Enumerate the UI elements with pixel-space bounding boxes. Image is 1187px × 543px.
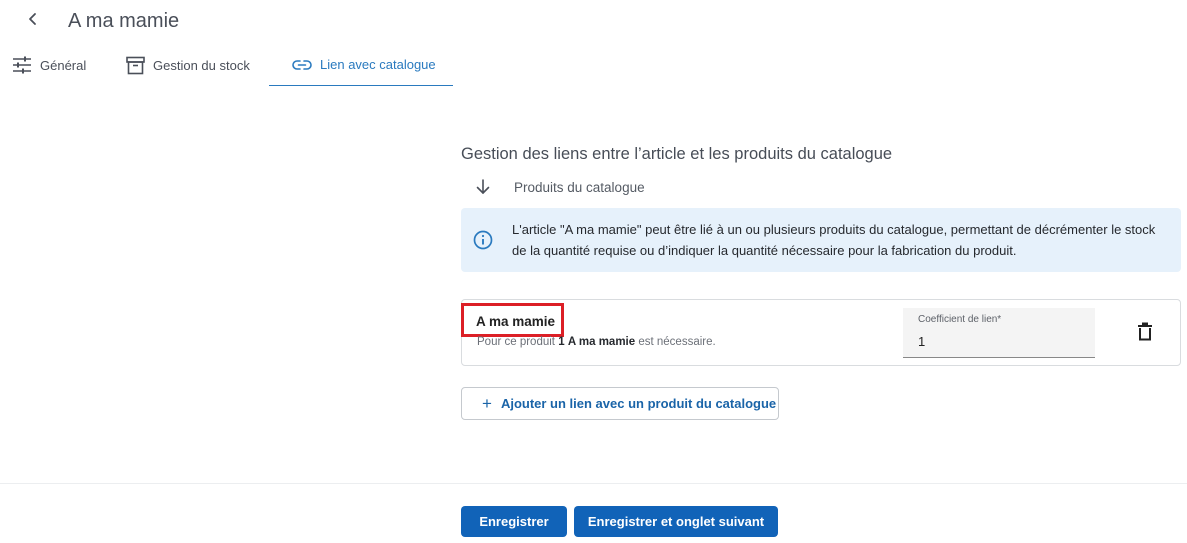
sliders-icon (13, 56, 31, 74)
coefficient-label: Coefficient de lien* (918, 314, 1002, 325)
tab-bar: Général Gestion du stock Lien avec catal… (0, 44, 460, 86)
link-icon (292, 59, 312, 70)
catalogue-link-card: A ma mamie Pour ce produit 1 A ma mamie … (461, 299, 1181, 366)
add-catalogue-link-button[interactable]: + Ajouter un lien avec un produit du cat… (461, 387, 779, 420)
product-desc-suffix: est nécessaire. (638, 336, 716, 348)
highlight-box (461, 303, 564, 337)
product-desc-product: A ma mamie (567, 336, 636, 348)
page-title: A ma mamie (68, 10, 180, 32)
info-icon (473, 230, 493, 250)
tab-general[interactable]: Général (12, 44, 86, 86)
tab-general-label: Général (40, 57, 87, 73)
add-catalogue-link-label: Ajouter un lien avec un produit du catal… (500, 396, 777, 411)
product-desc-prefix: Pour ce produit (477, 336, 555, 348)
back-button[interactable] (22, 8, 44, 30)
catalogue-products-label: Produits du catalogue (514, 179, 645, 195)
coefficient-field[interactable]: Coefficient de lien* (903, 308, 1095, 358)
tab-stock[interactable]: Gestion du stock (126, 44, 250, 86)
plus-icon: + (482, 394, 492, 413)
save-button[interactable]: Enregistrer (461, 506, 567, 537)
trash-icon (1138, 322, 1152, 341)
coefficient-input[interactable] (918, 331, 1083, 351)
info-banner: L'article "A ma mamie" peut être lié à u… (461, 208, 1181, 272)
footer-divider (0, 483, 1187, 484)
tab-stock-label: Gestion du stock (153, 57, 250, 73)
product-desc-qty: 1 (558, 336, 565, 348)
tab-catalogue-link-label: Lien avec catalogue (320, 57, 436, 72)
tab-catalogue-link[interactable]: Lien avec catalogue (269, 44, 453, 86)
arrow-down-icon (476, 179, 490, 194)
page-header: A ma mamie (0, 0, 1187, 44)
save-and-next-tab-button[interactable]: Enregistrer et onglet suivant (574, 506, 778, 537)
chevron-left-icon (29, 13, 36, 25)
info-text: L'article "A ma mamie" peut être lié à u… (512, 222, 1156, 258)
delete-link-button[interactable] (1137, 322, 1153, 342)
catalogue-products-toggle[interactable]: Produits du catalogue (474, 176, 645, 198)
product-description: Pour ce produit 1 A ma mamie est nécessa… (477, 336, 716, 348)
section-title: Gestion des liens entre l’article et les… (461, 145, 893, 163)
archive-box-icon (126, 56, 145, 74)
